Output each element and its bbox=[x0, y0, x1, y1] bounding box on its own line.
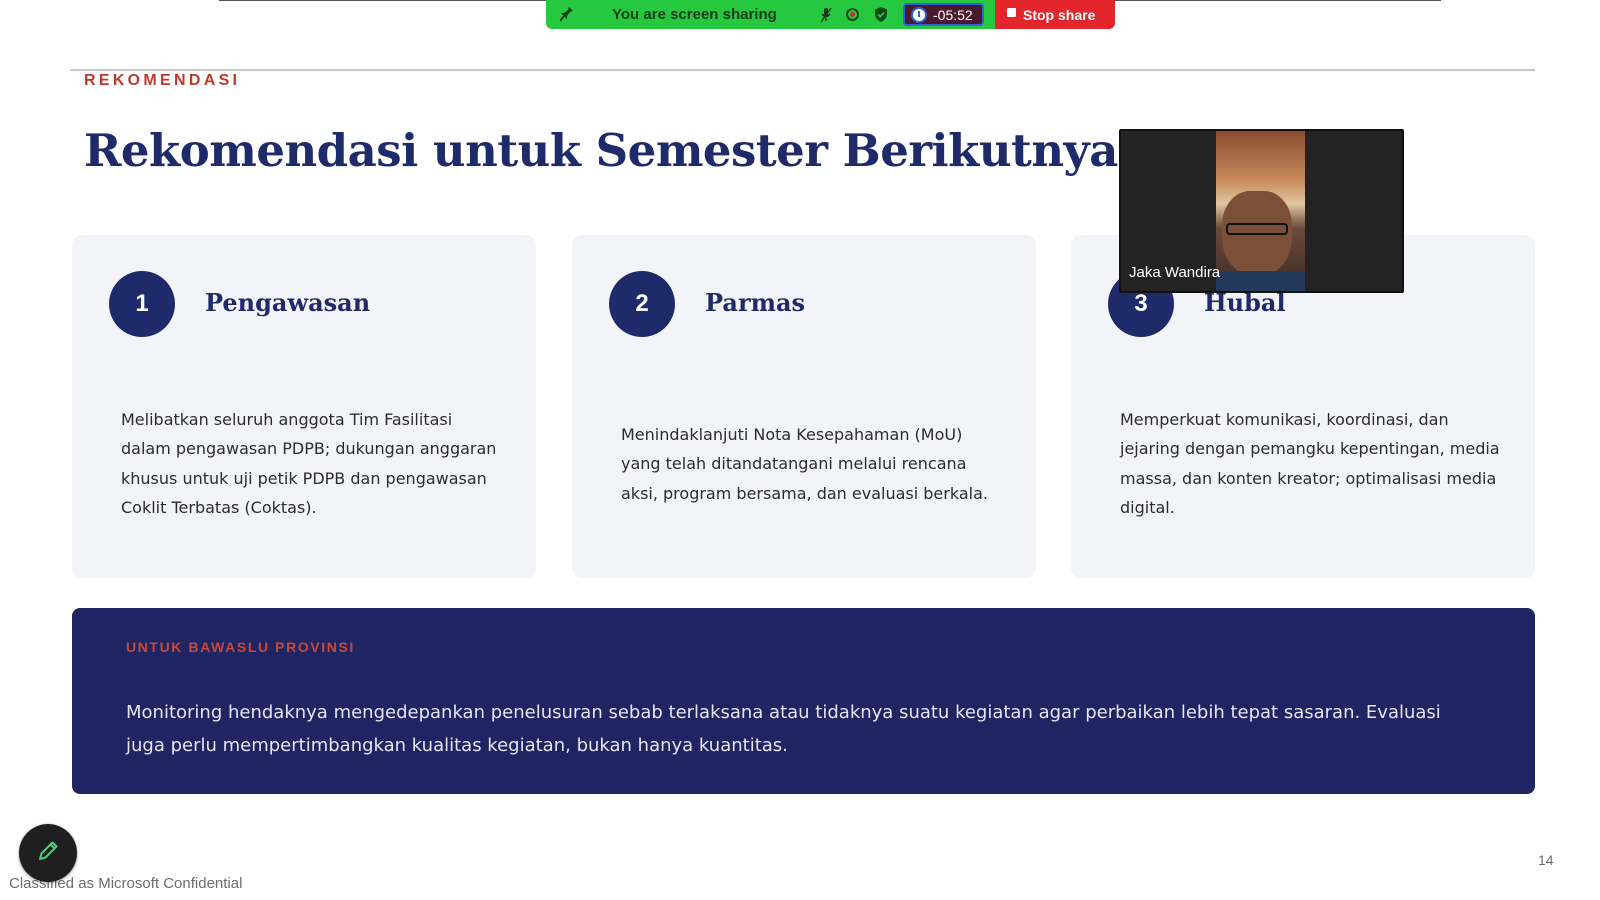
pen-icon bbox=[35, 838, 61, 868]
recommendation-card-pengawasan: 1 Pengawasan Melibatkan seluruh anggota … bbox=[72, 235, 536, 578]
participant-name: Jaka Wandira bbox=[1129, 264, 1221, 281]
mic-muted-icon[interactable] bbox=[818, 7, 833, 22]
participant-video-feed bbox=[1216, 131, 1305, 291]
annotate-pen-button[interactable] bbox=[19, 824, 77, 882]
slide-page-number: 14 bbox=[1538, 852, 1554, 868]
card-title: Parmas bbox=[705, 288, 806, 317]
stop-share-label: Stop share bbox=[1023, 6, 1096, 23]
share-status-label: You are screen sharing bbox=[612, 6, 777, 23]
card-number-badge: 1 bbox=[109, 271, 175, 337]
clock-icon bbox=[911, 6, 927, 23]
shield-icon[interactable] bbox=[873, 7, 888, 22]
recommendation-card-parmas: 2 Parmas Menindaklanjuti Nota Kesepahama… bbox=[572, 235, 1036, 578]
slide-title: Rekomendasi untuk Semester Berikutnya bbox=[84, 124, 1118, 177]
card-body: Menindaklanjuti Nota Kesepahaman (MoU) y… bbox=[621, 425, 988, 503]
banner-label: UNTUK BAWASLU PROVINSI bbox=[126, 639, 355, 655]
pin-icon[interactable] bbox=[559, 6, 574, 26]
header-divider bbox=[70, 69, 1535, 71]
provincial-recommendation-banner: UNTUK BAWASLU PROVINSI Monitoring hendak… bbox=[72, 608, 1535, 794]
card-body: Memperkuat komunikasi, koordinasi, dan j… bbox=[1120, 410, 1500, 517]
card-title: Pengawasan bbox=[205, 288, 371, 317]
timer-value: -05:52 bbox=[933, 6, 973, 23]
card-number-badge: 2 bbox=[609, 271, 675, 337]
banner-text: Monitoring hendaknya mengedepankan penel… bbox=[126, 702, 1441, 756]
stop-share-button[interactable]: Stop share bbox=[995, 0, 1115, 29]
record-icon[interactable] bbox=[845, 7, 860, 22]
slide-eyebrow: REKOMENDASI bbox=[84, 72, 241, 89]
participant-video-tile[interactable]: Jaka Wandira bbox=[1119, 129, 1404, 293]
card-body: Melibatkan seluruh anggota Tim Fasilitas… bbox=[121, 410, 497, 517]
stop-icon bbox=[1007, 7, 1016, 17]
share-status-area[interactable]: You are screen sharing -05:52 bbox=[546, 0, 995, 29]
screen-share-toolbar: You are screen sharing -05:52 Stop share bbox=[546, 0, 1116, 29]
session-timer[interactable]: -05:52 bbox=[903, 3, 984, 26]
